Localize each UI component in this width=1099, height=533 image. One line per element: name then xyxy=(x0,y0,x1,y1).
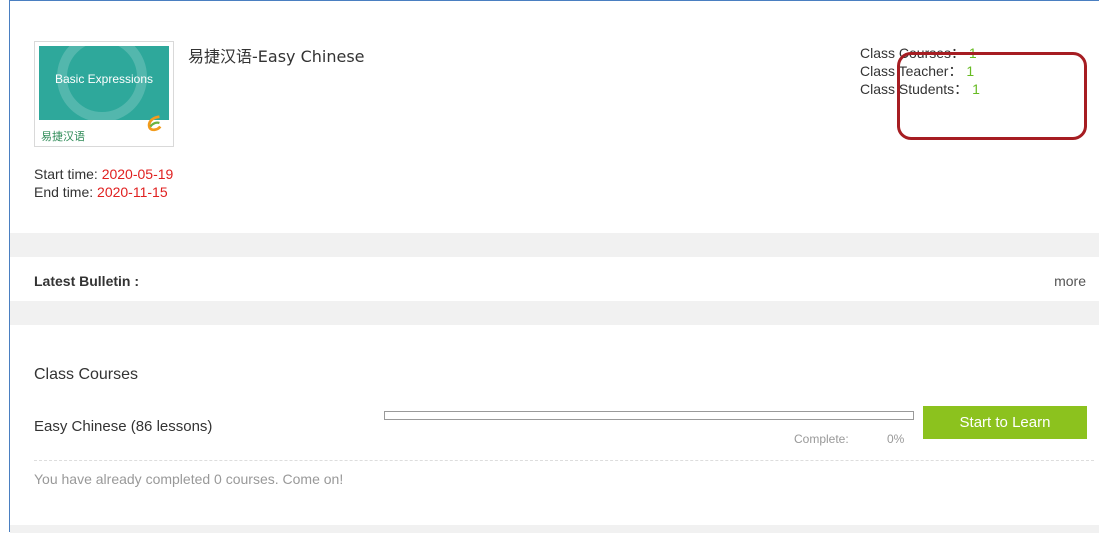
start-time: Start time: 2020-05-19 xyxy=(34,165,173,183)
course-row-name[interactable]: Easy Chinese (86 lessons) xyxy=(34,418,212,435)
bulletin-more-link[interactable]: more xyxy=(1054,273,1086,289)
class-page: Basic Expressions 易捷汉语 易捷汉语-Easy Chinese… xyxy=(9,0,1099,533)
end-time: End time: 2020-11-15 xyxy=(34,183,173,201)
stat-students-label: Class Students： xyxy=(860,81,969,97)
stat-students: Class Students： 1 xyxy=(860,80,980,98)
complete-label: Complete: xyxy=(794,432,849,446)
section-divider xyxy=(34,460,1094,461)
stat-courses: Class Courses： 1 xyxy=(860,44,980,62)
stat-teacher: Class Teacher： 1 xyxy=(860,62,980,80)
start-to-learn-button[interactable]: Start to Learn xyxy=(923,406,1087,439)
end-time-value: 2020-11-15 xyxy=(97,184,168,200)
stat-courses-value: 1 xyxy=(968,45,977,61)
section-spacer xyxy=(10,233,1099,257)
stat-students-value: 1 xyxy=(972,81,980,97)
completion-message: You have already completed 0 courses. Co… xyxy=(34,471,344,487)
course-thumbnail[interactable]: Basic Expressions 易捷汉语 xyxy=(34,41,174,147)
end-time-label: End time: xyxy=(34,184,94,200)
stat-teacher-label: Class Teacher： xyxy=(860,63,963,79)
thumbnail-caption: Basic Expressions xyxy=(54,72,154,86)
thumbnail-brand: 易捷汉语 xyxy=(41,130,85,143)
thumbnail-art: Basic Expressions xyxy=(39,46,169,120)
stat-teacher-value: 1 xyxy=(966,63,975,79)
class-courses-heading: Class Courses xyxy=(34,366,139,383)
course-progress-bar xyxy=(384,411,914,420)
class-dates: Start time: 2020-05-19 End time: 2020-11… xyxy=(34,165,173,201)
stat-courses-label: Class Courses： xyxy=(860,45,966,61)
class-courses-section: Class Courses Easy Chinese (86 lessons) … xyxy=(10,325,1099,525)
brand-logo-icon xyxy=(147,115,162,132)
class-stats: Class Courses： 1 Class Teacher： 1 Class … xyxy=(860,44,980,98)
course-title[interactable]: 易捷汉语-Easy Chinese xyxy=(188,43,365,67)
bulletin-label: Latest Bulletin : xyxy=(34,273,140,289)
complete-value: 0% xyxy=(887,432,905,446)
start-time-label: Start time: xyxy=(34,166,98,182)
thumbnail-footer: 易捷汉语 xyxy=(39,115,169,144)
section-spacer xyxy=(10,301,1099,325)
start-time-value: 2020-05-19 xyxy=(101,166,174,182)
class-info-panel: Basic Expressions 易捷汉语 易捷汉语-Easy Chinese… xyxy=(10,1,1099,233)
bulletin-bar: Latest Bulletin : more xyxy=(10,257,1099,302)
